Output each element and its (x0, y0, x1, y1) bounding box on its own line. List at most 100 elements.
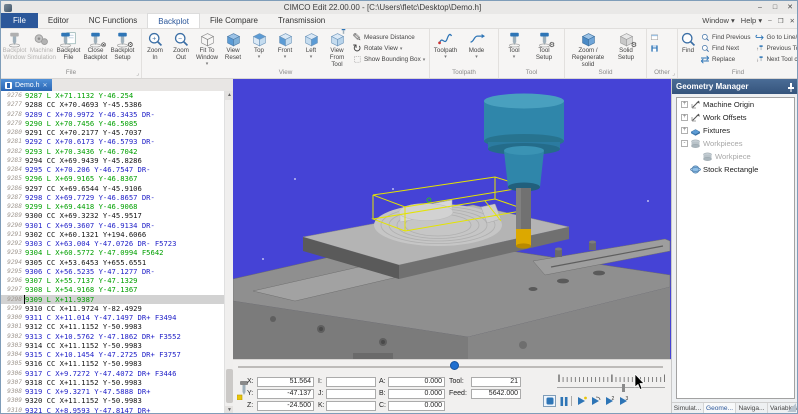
tool-button[interactable]: Tool▾ (499, 30, 529, 68)
nc-code-area[interactable]: 92769287 L X+71.1132 Y-46.25492779288 CC… (1, 91, 224, 414)
speed-slider[interactable] (557, 387, 665, 392)
tree-item-work-offsets[interactable]: +Work Offsets (677, 111, 794, 124)
code-line[interactable]: 92799290 L X+70.7456 Y-46.5085 (1, 119, 224, 128)
code-line[interactable]: 93089319 C X+9.3271 Y-47.5888 DR+ (1, 387, 224, 396)
coord-field-tool[interactable]: 21 (471, 377, 521, 387)
tab-file[interactable]: File (1, 13, 38, 28)
step-2-button[interactable] (589, 395, 602, 407)
coord-field-x[interactable]: 51.564 (257, 377, 314, 387)
code-line[interactable]: 92769287 L X+71.1132 Y-46.254 (1, 91, 224, 100)
expand-icon[interactable]: - (681, 140, 688, 147)
help-menu[interactable]: Help ▾ (741, 16, 762, 25)
step-3-button[interactable]: 2 (603, 395, 616, 407)
code-line[interactable]: 92859296 L X+69.9165 Y-46.8367 (1, 174, 224, 183)
tree-item-machine-origin[interactable]: +Machine Origin (677, 98, 794, 111)
tool-setup-button[interactable]: ⚙Tool Setup (529, 30, 559, 68)
left-button[interactable]: Left▾ (298, 30, 324, 68)
close-button[interactable]: ✕ (783, 2, 797, 13)
close-backplot-button[interactable]: ⊗Close Backplot (82, 30, 109, 68)
view-reset-button[interactable]: View Reset (220, 30, 246, 68)
panel-tab-geome[interactable]: Geome... (704, 403, 736, 414)
code-line[interactable]: 92819292 C X+70.6173 Y-46.5793 DR- (1, 137, 224, 146)
tree-item-fixtures[interactable]: +Fixtures (677, 124, 794, 137)
go-to-line-block-number-button[interactable]: ↪Go to Line/Block Number (753, 32, 798, 43)
code-line[interactable]: 92839294 CC X+69.9439 Y-45.8286 (1, 156, 224, 165)
coord-field-c[interactable]: 0.000 (388, 401, 445, 411)
tab-nc-functions[interactable]: NC Functions (79, 13, 147, 28)
panel-tab-naviga[interactable]: Naviga... (736, 403, 768, 414)
coord-field-i[interactable] (326, 377, 376, 387)
code-line[interactable]: 93069317 C X+9.7272 Y-47.4072 DR+ F3446 (1, 369, 224, 378)
expand-icon[interactable]: + (681, 101, 688, 108)
code-line[interactable]: 92899300 CC X+69.3232 Y-45.9517 (1, 211, 224, 220)
backplot-file-button[interactable]: Backplot File (55, 30, 82, 68)
zoom-in-button[interactable]: +Zoom In (142, 30, 168, 68)
zoom-regenerate-solid-button[interactable]: Zoom / Regenerate solid (565, 30, 611, 68)
tree-item-stock-rectangle[interactable]: Stock Rectangle (677, 163, 794, 176)
tab-backplot[interactable]: Backplot (147, 13, 200, 28)
show-bounding-box-button[interactable]: Show Bounding Box▾ (350, 54, 427, 65)
code-line[interactable]: 92849295 C X+70.206 Y-46.7547 DR- (1, 165, 224, 174)
front-button[interactable]: Front▾ (272, 30, 298, 68)
new-window-button[interactable] (647, 32, 663, 43)
step-1-button[interactable] (575, 395, 588, 407)
tree-item-workpiece[interactable]: Workpiece (677, 150, 794, 163)
code-line[interactable]: 93029313 C X+10.5762 Y-47.1862 DR+ F3552 (1, 332, 224, 341)
top-button[interactable]: Top▾ (246, 30, 272, 68)
previous-tool-change-button[interactable]: ↑Previous Tool change (753, 43, 798, 54)
dialog-launcher-icon[interactable]: ⌟ (672, 70, 675, 78)
code-line[interactable]: 92879298 C X+69.7729 Y-46.8657 DR- (1, 193, 224, 202)
code-line[interactable]: 93059316 CC X+11.1152 Y-50.9983 (1, 359, 224, 368)
toolpath-button[interactable]: Toolpath▾ (430, 30, 461, 68)
code-line[interactable]: 92789289 C X+70.9972 Y-46.3435 DR- (1, 110, 224, 119)
coord-field-b[interactable]: 0.000 (388, 389, 445, 399)
code-line[interactable]: 93099320 CC X+11.1152 Y-50.9983 (1, 396, 224, 405)
panel-tab-simulat[interactable]: Simulat... (672, 403, 704, 414)
code-line[interactable]: 92979308 L X+54.9168 Y-47.1367 (1, 285, 224, 294)
coord-field-k[interactable] (326, 401, 376, 411)
code-line[interactable]: 92959306 C X+56.5235 Y-47.1277 DR- (1, 267, 224, 276)
expand-icon[interactable]: + (681, 127, 688, 134)
mode-button[interactable]: Mode▾ (461, 30, 492, 68)
code-line[interactable]: 92869297 CC X+69.6544 Y-45.9106 (1, 184, 224, 193)
coord-field-feed[interactable]: 5642.000 (471, 389, 521, 399)
code-line[interactable]: 92939304 L X+60.5772 Y-47.0994 F5642 (1, 248, 224, 257)
editor-tab[interactable]: Demo.h ✕ (1, 79, 52, 91)
solid-setup-button[interactable]: ⚙Solid Setup (611, 30, 641, 68)
code-line[interactable]: 93049315 C X+10.1454 Y-47.2725 DR+ F3757 (1, 350, 224, 359)
fit-to-window-button[interactable]: Fit To Window▾ (194, 30, 220, 68)
progress-thumb[interactable] (450, 361, 459, 370)
coord-field-j[interactable] (326, 389, 376, 399)
code-line[interactable]: 92989309 L X+11.9387 (1, 295, 224, 304)
tab-editor[interactable]: Editor (38, 13, 79, 28)
backplot-setup-button[interactable]: ⚙Backplot Setup (109, 30, 136, 68)
code-line[interactable]: 92829293 L X+70.3436 Y-46.7042 (1, 147, 224, 156)
code-line[interactable]: 92909301 C X+69.3607 Y-46.9134 DR- (1, 221, 224, 230)
code-line[interactable]: 93019312 CC X+11.1152 Y-50.9983 (1, 322, 224, 331)
view-from-tool-button[interactable]: View From Tool (324, 30, 350, 68)
code-line[interactable]: 93079318 CC X+11.1152 Y-50.9983 (1, 378, 224, 387)
minimize-button[interactable]: – (753, 2, 767, 13)
doc-close-button[interactable]: ✕ (790, 17, 795, 25)
replace-button[interactable]: ⇄Replace (698, 54, 753, 65)
editor-tab-close-icon[interactable]: ✕ (43, 82, 48, 89)
code-line[interactable]: 92969307 L X+55.7137 Y-47.1329 (1, 276, 224, 285)
find-button[interactable]: Find (678, 30, 698, 68)
code-line[interactable]: 93109321 C X+8.9593 Y-47.8147 DR+ (1, 406, 224, 414)
tree-item-workpieces[interactable]: -Workpieces (677, 137, 794, 150)
pause-button[interactable] (557, 395, 570, 407)
simulation-progress-slider[interactable] (233, 359, 671, 372)
window-menu[interactable]: Window ▾ (702, 16, 735, 25)
doc-restore-button[interactable]: ❒ (778, 17, 784, 25)
stop-button[interactable] (543, 395, 556, 407)
expand-icon[interactable]: + (681, 114, 688, 121)
tab-file-compare[interactable]: File Compare (200, 13, 268, 28)
next-tool-change-button[interactable]: ↓Next Tool change (753, 54, 798, 65)
code-line[interactable]: 92809291 CC X+70.2177 Y-45.7037 (1, 128, 224, 137)
coord-field-z[interactable]: -24.500 (257, 401, 314, 411)
zoom-out-button[interactable]: −Zoom Out (168, 30, 194, 68)
code-line[interactable]: 92919302 CC X+60.1321 Y+194.6066 (1, 230, 224, 239)
doc-minimize-button[interactable]: – (768, 17, 772, 24)
editor-scrollbar[interactable]: ▲ ▼ (224, 91, 233, 414)
tab-transmission[interactable]: Transmission (268, 13, 335, 28)
